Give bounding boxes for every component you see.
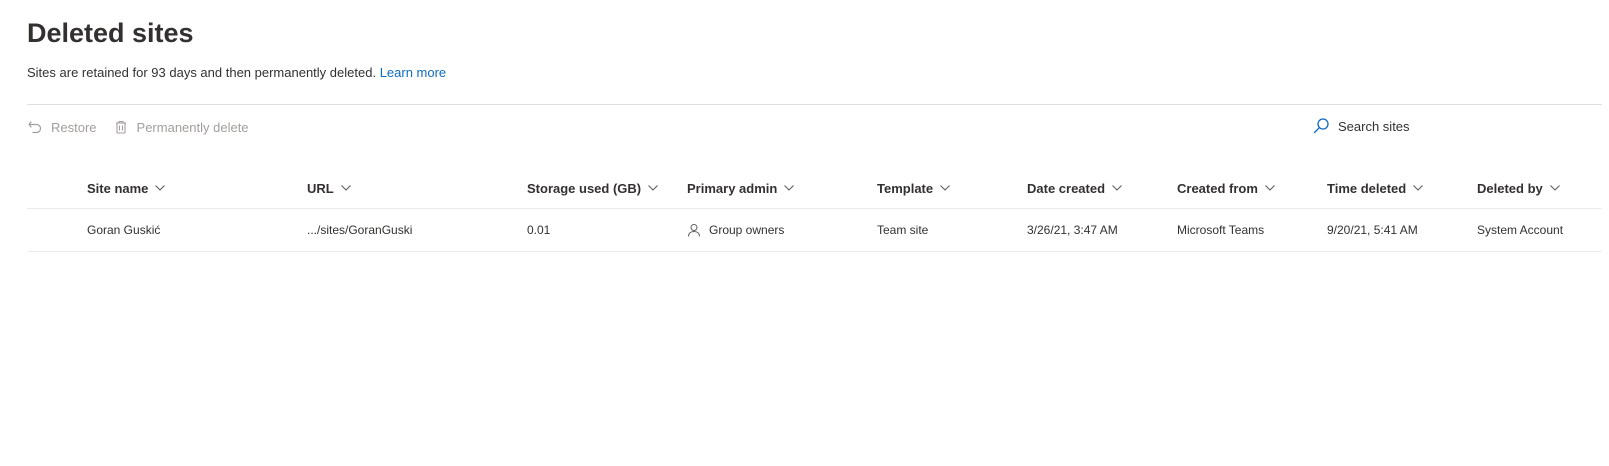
cell-url: .../sites/GoranGuski bbox=[307, 223, 413, 237]
cell-primary-admin: Group owners bbox=[687, 209, 784, 251]
chevron-down-icon bbox=[1549, 182, 1561, 194]
restore-label: Restore bbox=[51, 119, 97, 135]
column-header-primary-admin[interactable]: Primary admin bbox=[687, 168, 795, 208]
chevron-down-icon bbox=[783, 182, 795, 194]
column-header-site-name[interactable]: Site name bbox=[87, 168, 166, 208]
permanently-delete-label: Permanently delete bbox=[136, 119, 249, 135]
column-header-url[interactable]: URL bbox=[307, 168, 352, 208]
undo-icon bbox=[27, 119, 43, 135]
cell-storage-used: 0.01 bbox=[527, 223, 551, 237]
cell-date-created: 3/26/21, 3:47 AM bbox=[1027, 223, 1118, 237]
column-header-created-from[interactable]: Created from bbox=[1177, 168, 1276, 208]
cell-time-deleted: 9/20/21, 5:41 AM bbox=[1327, 223, 1418, 237]
header-divider bbox=[27, 104, 1602, 105]
chevron-down-icon bbox=[340, 182, 352, 194]
column-header-storage-used[interactable]: Storage used (GB) bbox=[527, 168, 659, 208]
table-header-row: Site name URL Storage used (GB) Primary … bbox=[27, 168, 1602, 209]
cell-deleted-by: System Account bbox=[1477, 223, 1564, 237]
table-row[interactable]: Goran Guskić .../sites/GoranGuski 0.01 G… bbox=[27, 209, 1602, 252]
trash-icon bbox=[113, 119, 129, 135]
cell-site-name: Goran Guskić bbox=[87, 223, 161, 237]
search-placeholder: Search sites bbox=[1338, 118, 1410, 134]
chevron-down-icon bbox=[154, 182, 166, 194]
chevron-down-icon bbox=[939, 182, 951, 194]
command-bar: Restore Permanently delete bbox=[27, 114, 265, 140]
chevron-down-icon bbox=[1111, 182, 1123, 194]
cell-template: Team site bbox=[877, 223, 929, 237]
chevron-down-icon bbox=[647, 182, 659, 194]
primary-admin-text: Group owners bbox=[709, 223, 785, 237]
learn-more-link[interactable]: Learn more bbox=[380, 65, 446, 80]
column-header-template[interactable]: Template bbox=[877, 168, 951, 208]
cell-created-from: Microsoft Teams bbox=[1177, 223, 1265, 237]
permanently-delete-button[interactable]: Permanently delete bbox=[113, 119, 249, 135]
page-title: Deleted sites bbox=[27, 18, 194, 48]
search-input[interactable]: Search sites bbox=[1312, 114, 1410, 138]
search-icon bbox=[1312, 117, 1330, 135]
column-header-date-created[interactable]: Date created bbox=[1027, 168, 1123, 208]
column-header-time-deleted[interactable]: Time deleted bbox=[1327, 168, 1424, 208]
deleted-sites-table: Site name URL Storage used (GB) Primary … bbox=[27, 168, 1602, 252]
retention-text: Sites are retained for 93 days and then … bbox=[27, 65, 377, 80]
chevron-down-icon bbox=[1412, 182, 1424, 194]
column-header-deleted-by[interactable]: Deleted by bbox=[1477, 168, 1561, 208]
retention-description: Sites are retained for 93 days and then … bbox=[27, 64, 446, 82]
restore-button[interactable]: Restore bbox=[27, 119, 97, 135]
chevron-down-icon bbox=[1264, 182, 1276, 194]
person-icon bbox=[687, 223, 701, 237]
